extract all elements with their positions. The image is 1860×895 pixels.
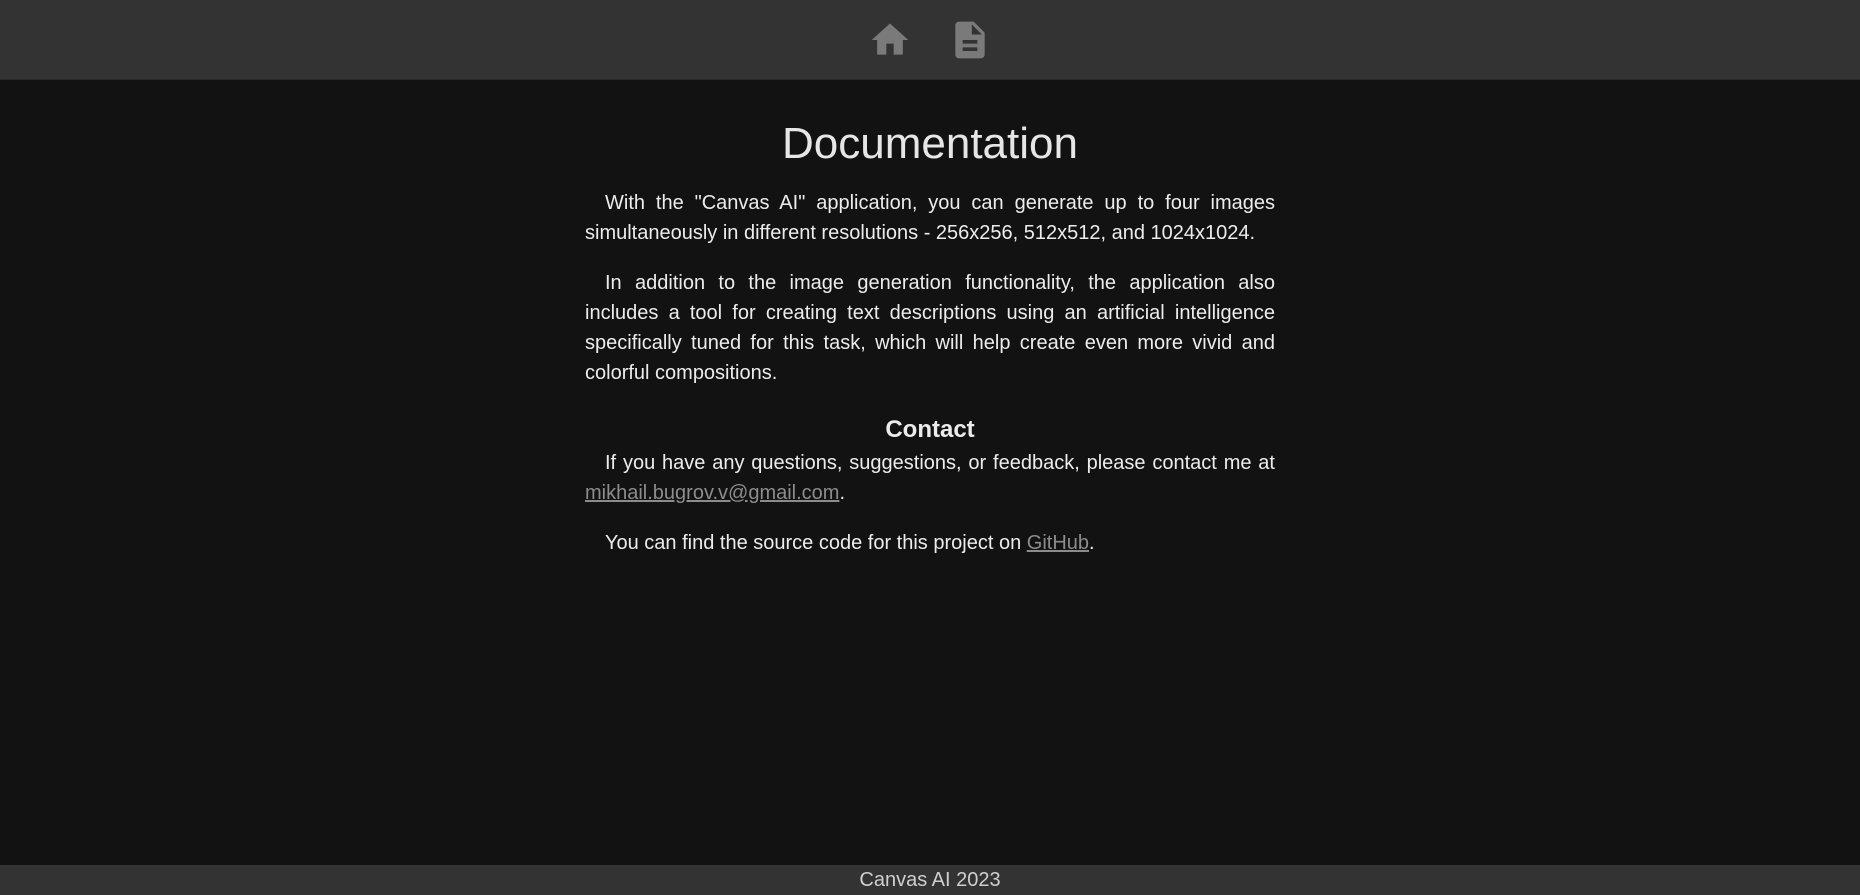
contact-paragraph: If you have any questions, suggestions, … [585, 448, 1275, 508]
page-title: Documentation [782, 119, 1078, 168]
document-icon[interactable] [948, 18, 992, 62]
footer: Canvas AI 2023 [0, 865, 1860, 895]
contact-email-link[interactable]: mikhail.bugrov.v@gmail.com [585, 482, 839, 504]
documentation-content: Documentation With the "Canvas AI" appli… [585, 80, 1275, 558]
features-paragraph: In addition to the image generation func… [585, 272, 1275, 384]
footer-text: Canvas AI 2023 [859, 869, 1001, 891]
document-icon-graphic [955, 21, 985, 59]
home-icon-graphic [871, 23, 909, 55]
contact-text: If you have any questions, suggestions, … [605, 452, 1275, 474]
contact-period: . [839, 482, 846, 504]
source-paragraph: You can find the source code for this pr… [585, 528, 1275, 558]
contact-heading: Contact [885, 416, 975, 443]
home-icon[interactable] [868, 18, 912, 62]
top-navigation-bar [0, 0, 1860, 80]
intro-paragraph: With the "Canvas AI" application, you ca… [585, 192, 1275, 244]
source-text: You can find the source code for this pr… [605, 532, 1022, 554]
github-link[interactable]: GitHub [1027, 532, 1089, 554]
source-period: . [1089, 532, 1095, 554]
